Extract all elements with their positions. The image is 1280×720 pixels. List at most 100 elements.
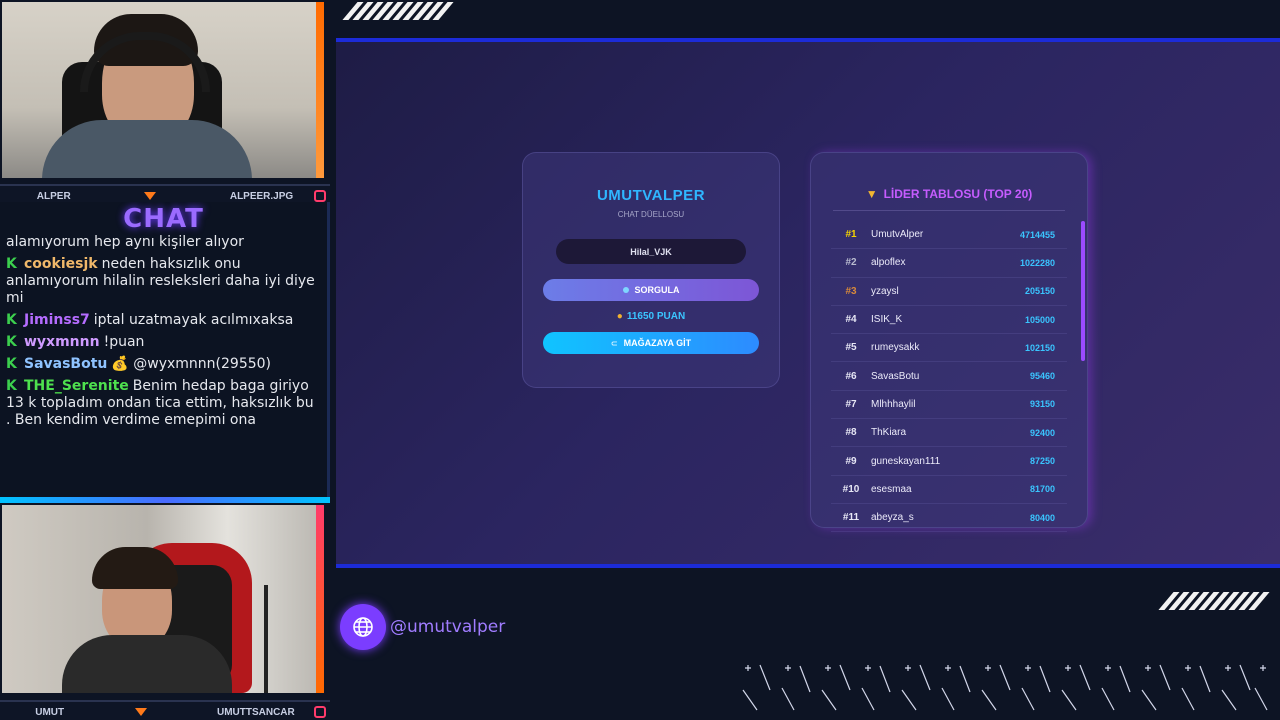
leaderboard-rank: #1 (845, 229, 857, 241)
screen-share: UMUTVALPER CHAT DÜELLOSU Hilal_VJK SORGU… (336, 38, 1280, 568)
leaderboard-name: yzaysl (871, 285, 899, 297)
webcam-bottom-nameplate: UMUT UMUTTSANCAR (0, 700, 330, 720)
leaderboard-rank: #8 (845, 427, 857, 439)
leaderboard-score: 80400 (1029, 512, 1055, 523)
money-bag-icon: ● (616, 311, 623, 322)
leaderboard-score: 102150 (1024, 342, 1055, 353)
leaderboard-name: alpoflex (871, 257, 906, 269)
username-input[interactable]: Hilal_VJK (556, 239, 746, 264)
chat-text: !puan (103, 334, 145, 350)
leaderboard-rank: #11 (842, 512, 860, 524)
leaderboard-name: Mlhhhaylil (871, 398, 916, 410)
chat-username[interactable]: THE_Serenite (24, 378, 129, 394)
chat-panel: CHAT alamıyorum hep aynı kişiler alıyor K… (0, 202, 330, 498)
kick-badge-icon: K (6, 312, 17, 328)
points-value: 11650 PUAN (626, 311, 686, 322)
chat-message: Kwyxmnnn !puan (0, 334, 327, 351)
kick-badge-icon: K (6, 356, 17, 372)
social-handle-text: @umutvalper (390, 617, 506, 637)
leaderboard-rank: #10 (842, 483, 860, 495)
triangle-icon (134, 708, 147, 716)
duel-title: UMUTVALPER (596, 187, 706, 204)
search-icon (622, 287, 629, 293)
leaderboard-row: #7 Mlhhhaylil 93150 (831, 391, 1067, 420)
leaderboard-row: #5 rumeysakk 102150 (831, 334, 1067, 363)
leaderboard-card: ▼ LİDER TABLOSU (TOP 20) #1 UmutvAlper 4714… (810, 152, 1088, 533)
chat-message: alamıyorum hep aynı kişiler alıyor (0, 234, 327, 251)
trophy-icon: ▼ (865, 187, 878, 201)
chat-username[interactable]: SavasBotu (24, 356, 107, 372)
leaderboard-name: esesmaa (871, 483, 912, 495)
points-display: ● 11650 PUAN (523, 311, 779, 322)
cart-icon: ⊂ (610, 338, 618, 348)
chat-title: CHAT (123, 204, 204, 234)
stripe-decoration (342, 2, 454, 20)
webcam-top-name-right: ALPEER.JPG (229, 190, 294, 202)
chat-username[interactable]: wyxmnnn (24, 334, 100, 350)
query-button[interactable]: SORGULA (543, 279, 759, 301)
social-handle: @umutvalper (340, 604, 505, 650)
instagram-icon (314, 190, 326, 202)
webcam-bottom-name-left: UMUT (35, 706, 65, 718)
leaderboard-row: #9 guneskayan111 87250 (831, 447, 1067, 476)
sparkle-decoration (742, 664, 1268, 711)
leaderboard-title-text: LİDER TABLOSU (TOP 20) (883, 187, 1033, 201)
leaderboard-rank: #3 (845, 285, 857, 297)
leaderboard-row: #8 ThKiara 92400 (831, 419, 1067, 448)
leaderboard-name: abeyza_s (871, 512, 914, 524)
chat-message: K SavasBotu 💰 @wyxmnnn(29550) (0, 356, 327, 373)
leaderboard-score: 1022280 (1019, 257, 1055, 268)
store-button[interactable]: ⊂ MAĞAZAYA GİT (543, 332, 759, 354)
leaderboard-score: 105000 (1024, 314, 1055, 325)
chat-username[interactable]: cookiesjk (24, 256, 98, 272)
leaderboard-row: #3 yzaysl 205150 (831, 278, 1067, 306)
chat-messages: alamıyorum hep aynı kişiler alıyor Kcooki… (0, 234, 327, 429)
chat-text: iptal uzatmayak acılmıxaksa (93, 312, 294, 328)
kick-badge-icon: K (6, 256, 17, 272)
leaderboard-score: 93150 (1029, 399, 1055, 410)
query-button-label: SORGULA (634, 285, 680, 295)
leaderboard-rank: #4 (845, 314, 857, 326)
leaderboard-name: UmutvAlper (871, 229, 924, 241)
leaderboard-name: guneskayan111 (871, 455, 941, 467)
leaderboard-score: 87250 (1029, 456, 1055, 467)
leaderboard-rank: #2 (845, 257, 857, 269)
leaderboard-rank: #6 (845, 370, 857, 382)
leaderboard-row: #10 esesmaa 81700 (831, 476, 1067, 504)
leaderboard-score: 4714455 (1019, 229, 1055, 240)
leaderboard-name: SavasBotu (871, 370, 920, 382)
webcam-top (2, 2, 324, 178)
chat-message: K Jiminss7 iptal uzatmayak acılmıxaksa (0, 312, 327, 329)
chat-text: 💰 @wyxmnnn(29550) (111, 356, 272, 372)
chat-text: alamıyorum hep aynı kişiler alıyor (6, 234, 244, 250)
leaderboard-rank: #5 (845, 342, 857, 354)
stripe-decoration (1158, 592, 1270, 610)
webcam-bottom (2, 505, 324, 693)
leaderboard-score: 205150 (1024, 286, 1055, 297)
divider (833, 210, 1065, 211)
leaderboard-name: ISIK_K (871, 314, 903, 326)
kick-badge-icon: K (6, 378, 17, 394)
triangle-icon (144, 192, 157, 200)
leaderboard-row: #4 ISIK_K 105000 (831, 306, 1067, 335)
stream-overlay: ALPER ALPEER.JPG CHAT alamıyorum hep ayn… (0, 0, 1280, 720)
leaderboard-name: ThKiara (871, 427, 907, 439)
kick-badge-icon: K (6, 334, 17, 350)
divider (0, 497, 330, 503)
leaderboard-name: rumeysakk (871, 342, 920, 354)
webcam-top-name-left: ALPER (36, 190, 71, 202)
chat-message: K THE_Serenite Benim hedap baga giriyo 13 … (0, 378, 327, 429)
duel-card: UMUTVALPER CHAT DÜELLOSU Hilal_VJK SORGU… (522, 152, 780, 388)
leaderboard-row: #2 alpoflex 1022280 (831, 249, 1067, 278)
webcam-bottom-name-right: UMUTTSANCAR (216, 706, 295, 718)
leaderboard-rank: #7 (845, 398, 857, 410)
globe-icon (340, 604, 386, 650)
instagram-icon (314, 706, 326, 718)
leaderboard-score: 95460 (1029, 371, 1055, 382)
chat-username[interactable]: Jiminss7 (24, 312, 90, 328)
store-button-label: MAĞAZAYA GİT (623, 338, 692, 348)
leaderboard-score: 92400 (1029, 427, 1055, 438)
leaderboard-list[interactable]: #1 UmutvAlper 4714455 #2 alpoflex 1022280 #3 yz… (811, 221, 1087, 533)
leaderboard-title: ▼ LİDER TABLOSU (TOP 20) (811, 187, 1087, 201)
scrollbar[interactable] (1081, 221, 1085, 361)
